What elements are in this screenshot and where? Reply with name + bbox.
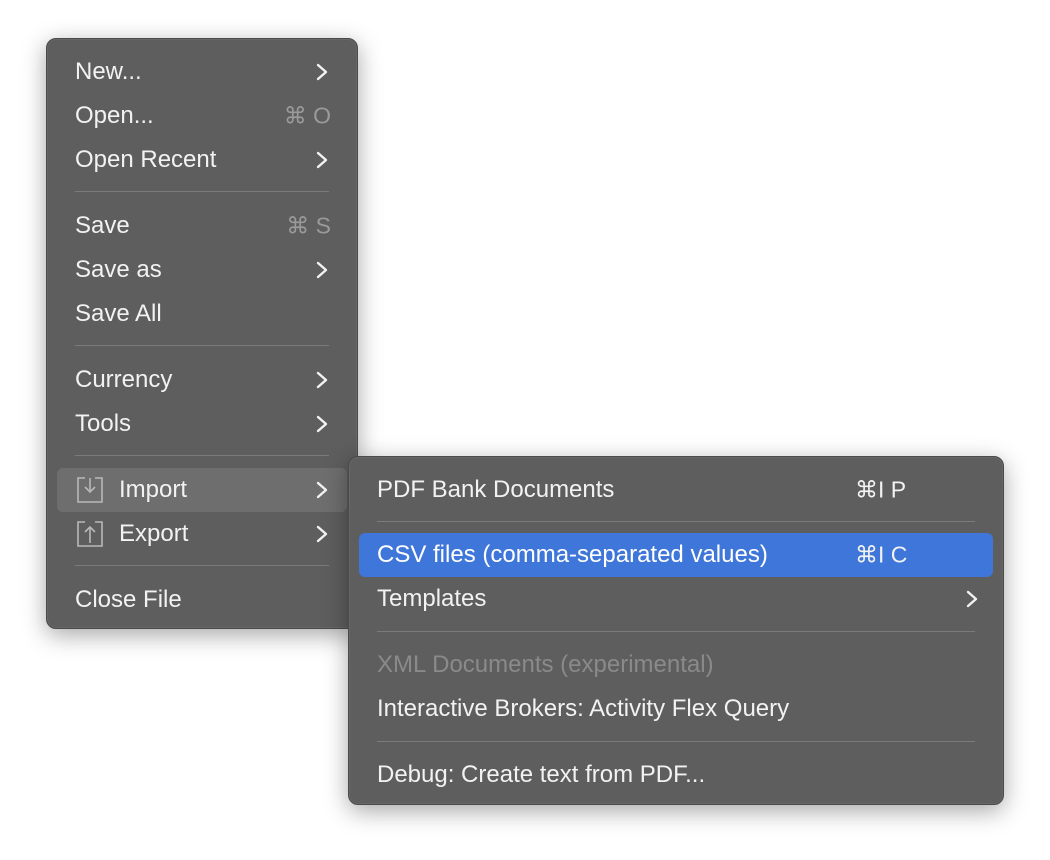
menu-item-new[interactable]: New... <box>57 50 347 94</box>
menu-item-label: Interactive Brokers: Activity Flex Query <box>377 695 790 722</box>
menu-item-label: Save All <box>75 300 162 327</box>
export-icon <box>77 521 103 547</box>
submenu-item-xml-documents: XML Documents (experimental) <box>359 643 993 687</box>
file-menu: New... Open... ⌘ O Open Recent Save ⌘ S … <box>46 38 358 629</box>
menu-item-label: Templates <box>377 585 487 612</box>
menu-item-save-all[interactable]: Save All <box>57 292 347 336</box>
menu-item-label: Open... <box>75 102 154 129</box>
chevron-right-icon <box>316 63 328 81</box>
menu-item-close-file[interactable]: Close File <box>57 578 347 622</box>
submenu-item-interactive-brokers[interactable]: Interactive Brokers: Activity Flex Query <box>359 687 993 731</box>
menu-item-import[interactable]: Import <box>57 468 347 512</box>
chevron-right-icon <box>316 481 328 499</box>
chevron-right-icon <box>316 371 328 389</box>
chevron-right-icon <box>316 261 328 279</box>
menu-separator <box>75 345 329 346</box>
menu-item-export[interactable]: Export <box>57 512 347 556</box>
menu-separator <box>377 521 975 522</box>
menu-separator <box>377 631 975 632</box>
menu-item-open-recent[interactable]: Open Recent <box>57 138 347 182</box>
import-submenu: PDF Bank Documents ⌘I P CSV files (comma… <box>348 456 1004 805</box>
menu-item-label: Open Recent <box>75 146 217 173</box>
menu-item-label: Debug: Create text from PDF... <box>377 761 706 788</box>
menu-item-open[interactable]: Open... ⌘ O <box>57 94 347 138</box>
chevron-right-icon <box>966 590 978 608</box>
shortcut-label: ⌘ S <box>286 212 331 239</box>
menu-item-label: Close File <box>75 586 182 613</box>
menu-separator <box>377 741 975 742</box>
menu-item-label: Import <box>119 476 188 503</box>
chevron-right-icon <box>316 525 328 543</box>
shortcut-label: ⌘I P <box>855 476 907 503</box>
menu-separator <box>75 191 329 192</box>
menu-item-label: XML Documents (experimental) <box>377 651 714 678</box>
chevron-right-icon <box>316 415 328 433</box>
chevron-right-icon <box>316 151 328 169</box>
menu-separator <box>75 455 329 456</box>
menu-item-label: Save as <box>75 256 162 283</box>
shortcut-label: ⌘ O <box>283 102 331 129</box>
menu-separator <box>75 565 329 566</box>
menu-item-label: Tools <box>75 410 132 437</box>
submenu-item-pdf-bank-documents[interactable]: PDF Bank Documents ⌘I P <box>359 468 993 512</box>
menu-item-label: PDF Bank Documents <box>377 476 615 503</box>
menu-item-label: New... <box>75 58 142 85</box>
submenu-item-csv-files[interactable]: CSV files (comma-separated values) ⌘I C <box>359 533 993 577</box>
shortcut-label: ⌘I C <box>855 541 908 568</box>
submenu-item-templates[interactable]: Templates <box>359 577 993 621</box>
submenu-item-debug-create-text[interactable]: Debug: Create text from PDF... <box>359 753 993 797</box>
menu-item-label: Export <box>119 520 189 547</box>
menu-item-save[interactable]: Save ⌘ S <box>57 204 347 248</box>
menu-item-label: Save <box>75 212 130 239</box>
menu-item-save-as[interactable]: Save as <box>57 248 347 292</box>
menu-item-tools[interactable]: Tools <box>57 402 347 446</box>
menu-item-label: CSV files (comma-separated values) <box>377 541 768 568</box>
import-icon <box>77 477 103 503</box>
menu-item-currency[interactable]: Currency <box>57 358 347 402</box>
menu-item-label: Currency <box>75 366 173 393</box>
